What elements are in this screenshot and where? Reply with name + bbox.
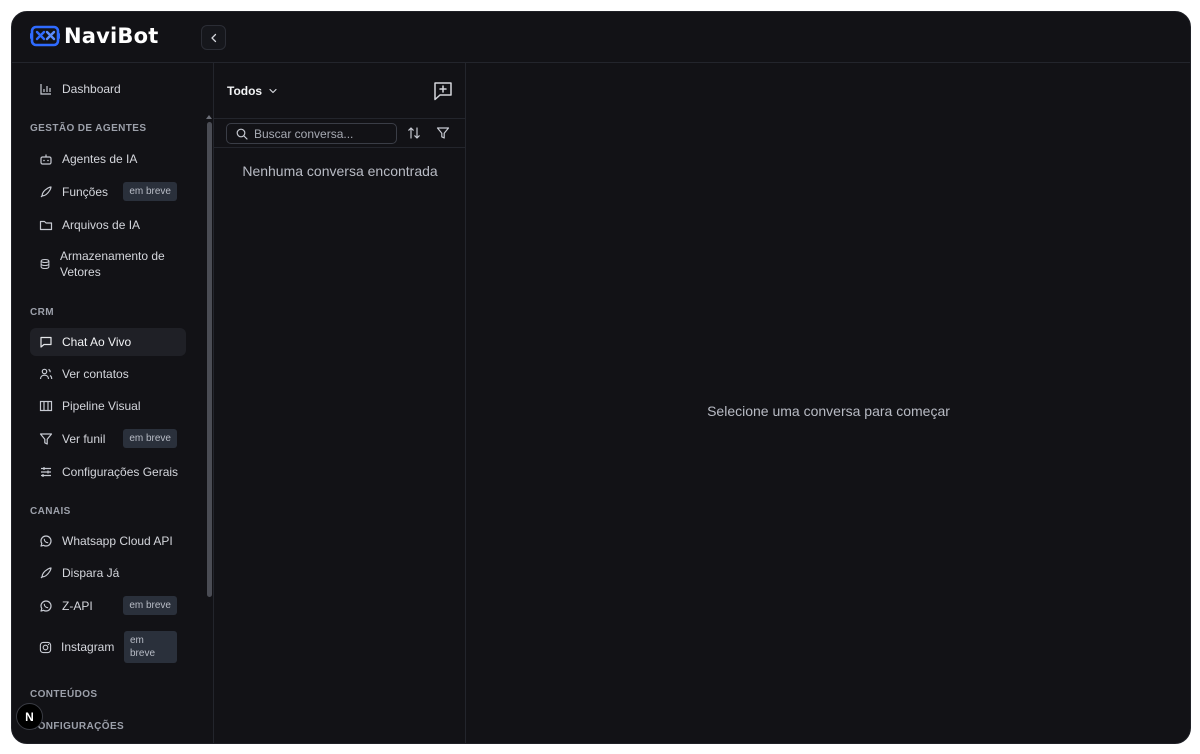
scroll-up-arrow[interactable] <box>206 115 212 119</box>
sidebar-item-label: Ver contatos <box>62 367 129 381</box>
sidebar-item-label: Ver funil <box>62 432 106 446</box>
database-icon <box>40 258 50 270</box>
filter-dropdown-label: Todos <box>227 84 263 98</box>
section-crm: CRM <box>30 307 54 318</box>
sidebar-item-label: Arquivos de IA <box>62 218 141 232</box>
whatsapp-icon <box>40 600 52 612</box>
sidebar-item-label: Chat Ao Vivo <box>62 335 132 349</box>
sidebar-item-label: Instagram <box>61 640 115 654</box>
sort-arrows-icon[interactable] <box>407 126 421 140</box>
sliders-icon <box>41 467 51 477</box>
folder-icon <box>39 220 53 231</box>
collapse-sidebar-button[interactable] <box>201 25 226 50</box>
sidebar-item-label: Armazenamento de Vetores <box>60 249 165 279</box>
coming-soon-badge: em breve <box>123 429 177 448</box>
new-conversation-icon[interactable] <box>432 80 454 102</box>
sidebar-item-dashboard[interactable]: Dashboard <box>30 75 186 103</box>
search-input[interactable] <box>254 126 394 141</box>
filter-icon[interactable] <box>436 126 450 140</box>
section-contents: CONTEÚDOS <box>30 689 98 700</box>
chevron-left-icon <box>210 33 216 42</box>
search-field[interactable] <box>226 123 397 144</box>
funnel-icon <box>39 433 53 445</box>
sidebar-item-instagram[interactable]: Instagram em breve <box>30 631 186 663</box>
sidebar-item-label: Whatsapp Cloud API <box>62 534 173 548</box>
sidebar-item-general-settings[interactable]: Configurações Gerais <box>30 458 186 486</box>
sidebar-item-pipeline[interactable]: Pipeline Visual <box>30 392 186 420</box>
select-conversation-message: Selecione uma conversa para começar <box>707 403 950 419</box>
app-name: NaviBot <box>64 24 159 48</box>
whatsapp-icon <box>40 535 52 547</box>
section-channels: CANAIS <box>30 506 71 517</box>
kanban-icon <box>39 400 53 412</box>
logo[interactable]: NaviBot <box>30 24 159 48</box>
sidebar-item-ai-agents[interactable]: Agentes de IA <box>30 145 186 173</box>
sidebar-item-live-chat[interactable]: Chat Ao Vivo <box>30 328 186 356</box>
search-icon <box>236 128 248 140</box>
top-bar: NaviBot <box>12 12 1190 63</box>
instagram-icon <box>39 641 52 653</box>
sidebar-item-ai-files[interactable]: Arquivos de IA <box>30 211 186 239</box>
rocket-icon <box>40 567 52 579</box>
search-toolbar <box>214 118 466 148</box>
sidebar-item-functions[interactable]: Funções em breve <box>30 178 186 206</box>
app-window: NaviBot Dashboard GESTÃO DE AGENTES Agen… <box>11 11 1191 744</box>
sidebar: Dashboard GESTÃO DE AGENTES Agentes de I… <box>12 63 212 743</box>
sidebar-item-label: Pipeline Visual <box>62 399 141 413</box>
sidebar-item-label: Dashboard <box>62 82 121 96</box>
coming-soon-badge: em breve <box>124 631 177 663</box>
sidebar-item-label: Z-API <box>62 599 93 613</box>
sidebar-item-funnel[interactable]: Ver funil em breve <box>30 425 186 453</box>
message-square-icon <box>40 336 52 348</box>
section-agents: GESTÃO DE AGENTES <box>30 123 147 134</box>
users-icon <box>39 368 53 380</box>
empty-conversations-message: Nenhuma conversa encontrada <box>242 163 438 179</box>
bar-chart-icon <box>40 84 51 95</box>
user-avatar[interactable]: N <box>16 703 43 730</box>
sidebar-scrollbar[interactable] <box>207 122 212 597</box>
sidebar-item-vector-storage[interactable]: Armazenamento de Vetores <box>30 245 186 283</box>
sidebar-item-label: Funções <box>62 185 109 199</box>
robot-icon <box>40 154 52 165</box>
sidebar-item-contacts[interactable]: Ver contatos <box>30 360 186 388</box>
conversation-list-panel: Todos Nenhuma <box>213 63 466 743</box>
chevron-down-icon <box>269 88 277 94</box>
conversation-filter-dropdown[interactable]: Todos <box>227 84 278 98</box>
coming-soon-badge: em breve <box>123 182 177 201</box>
sidebar-item-label: Agentes de IA <box>62 152 138 166</box>
navibot-logo-icon <box>30 25 60 47</box>
section-settings: CONFIGURAÇÕES <box>30 721 125 732</box>
sidebar-item-label: Configurações Gerais <box>62 465 179 479</box>
sidebar-item-dispara[interactable]: Dispara Já <box>30 559 186 587</box>
sidebar-item-whatsapp[interactable]: Whatsapp Cloud API <box>30 527 186 555</box>
sidebar-item-label: Dispara Já <box>62 566 120 580</box>
coming-soon-badge: em breve <box>123 596 177 615</box>
rocket-icon <box>40 186 52 198</box>
chat-main-area: Selecione uma conversa para começar <box>467 63 1190 743</box>
sidebar-item-zapi[interactable]: Z-API em breve <box>30 592 186 620</box>
